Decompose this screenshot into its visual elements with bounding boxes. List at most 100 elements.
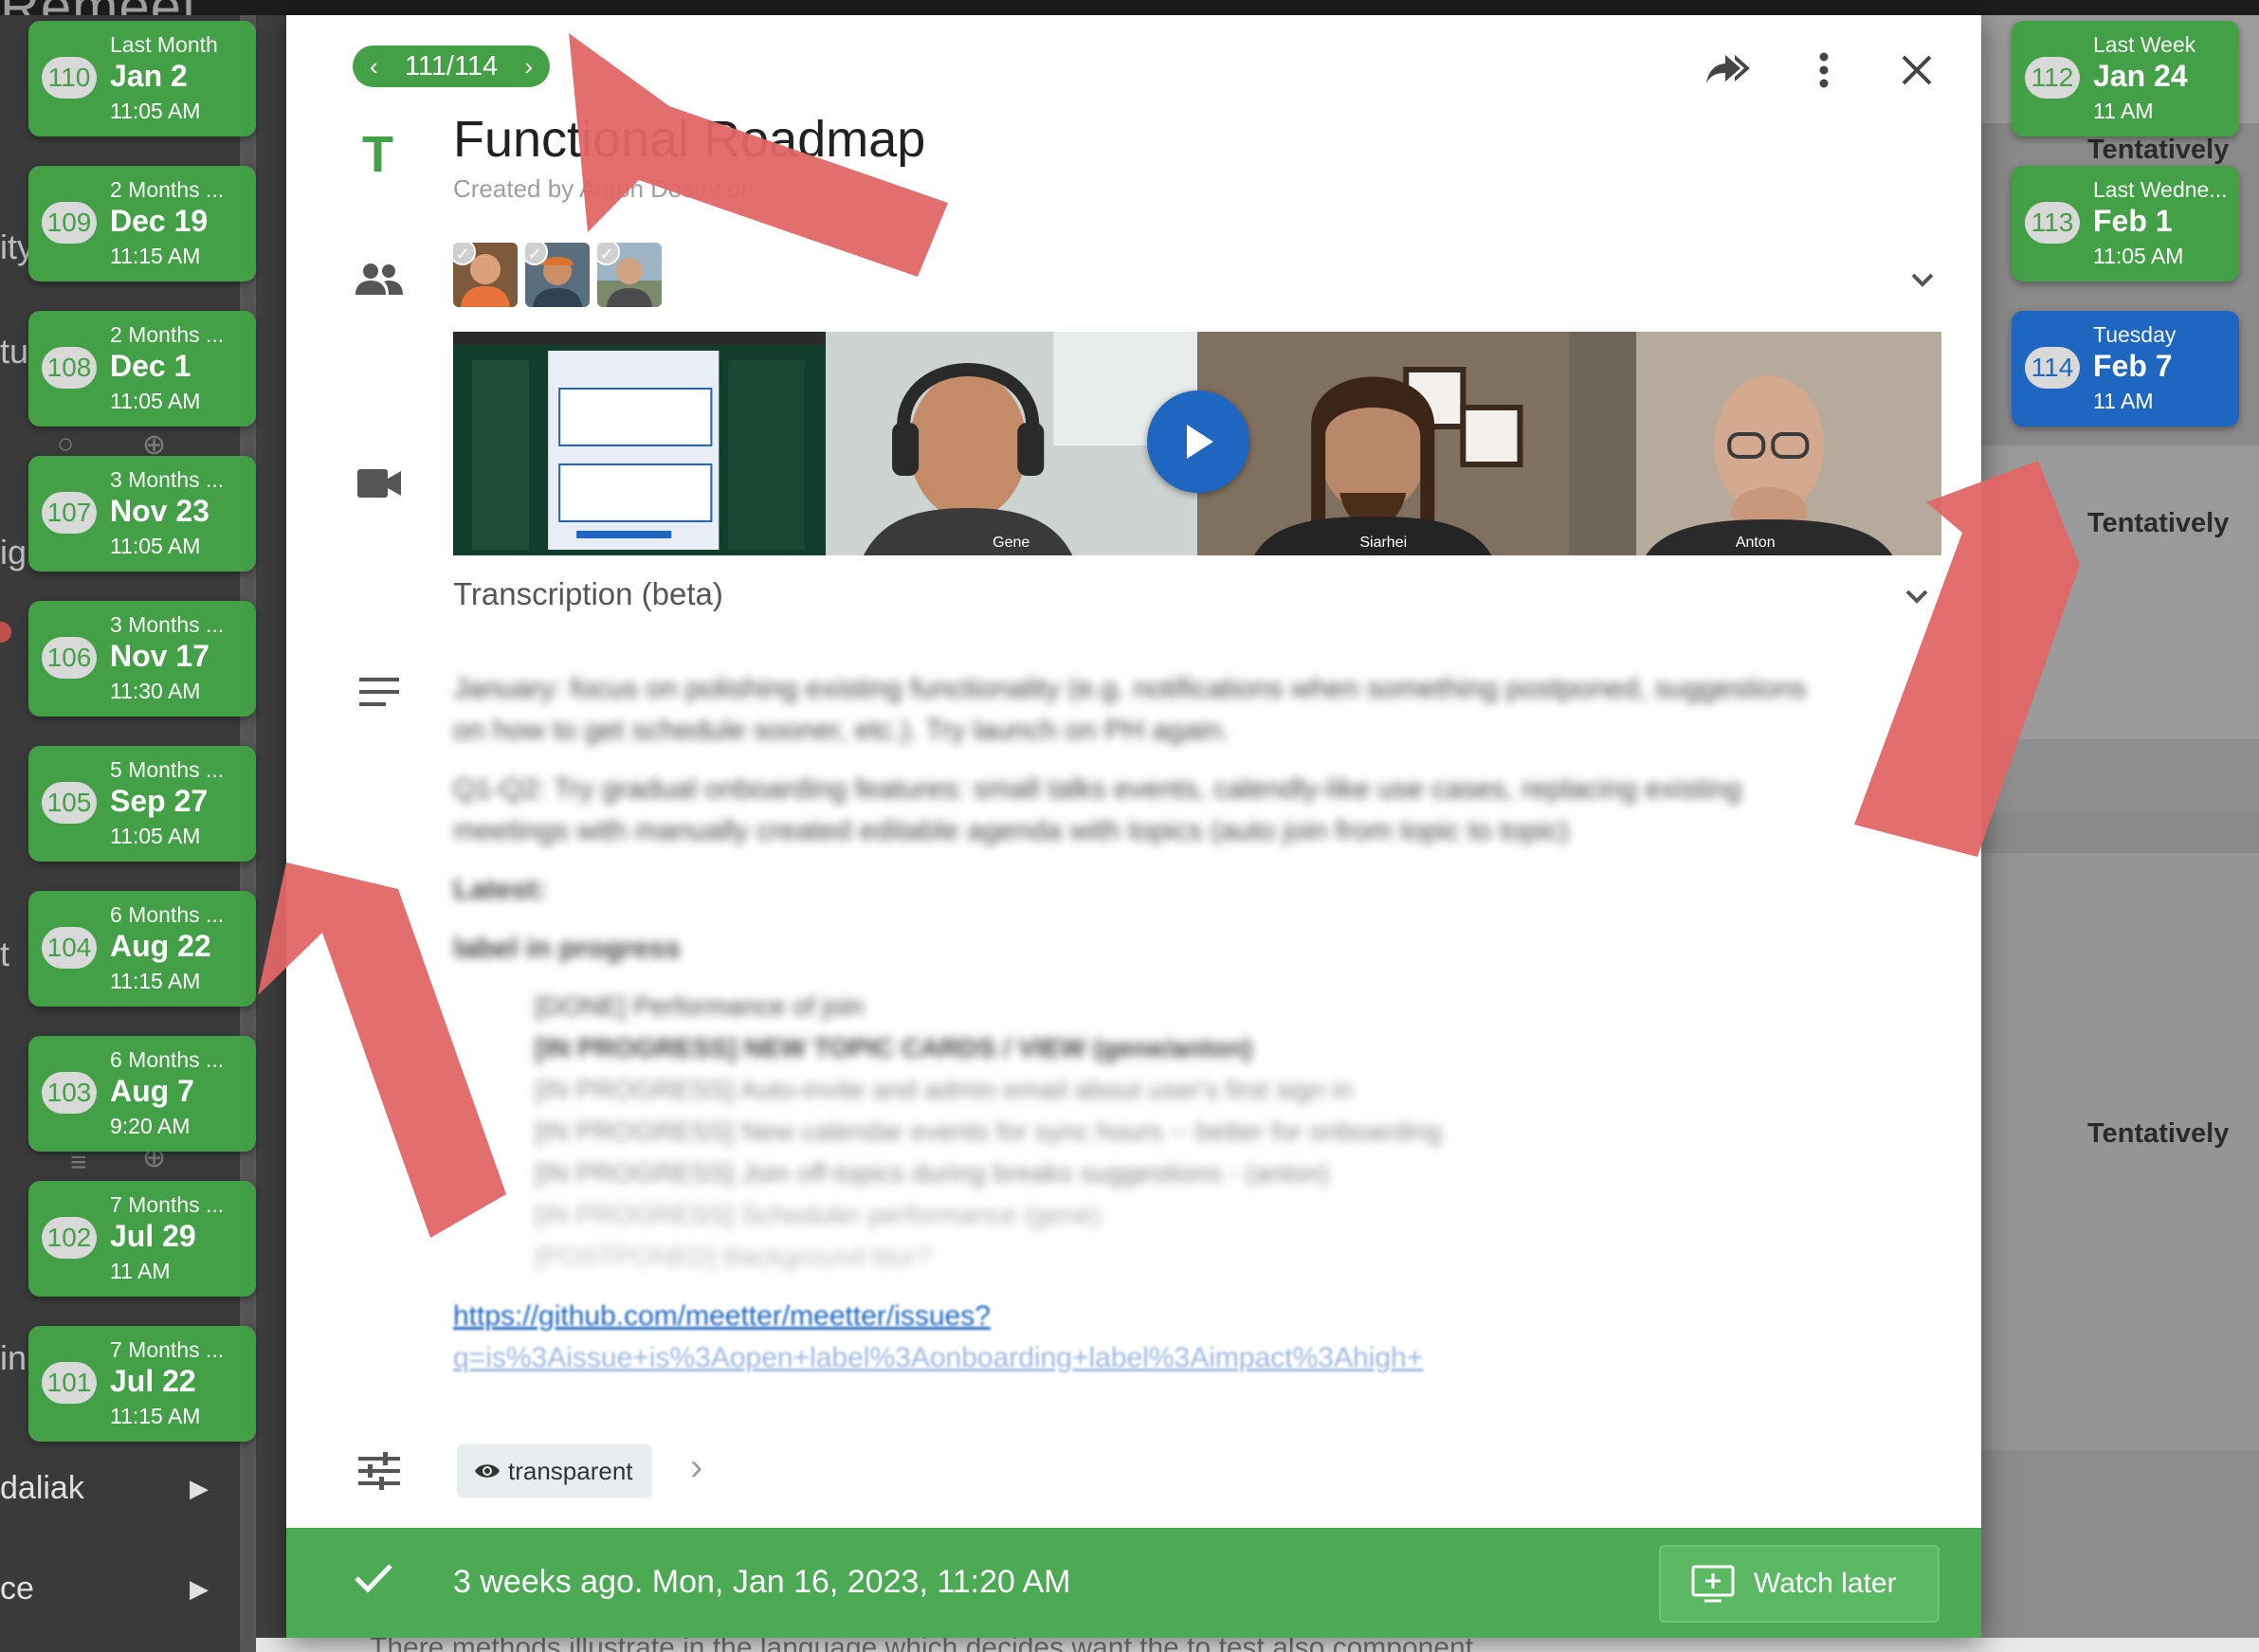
meeting-relative-date: 6 Months ... xyxy=(110,1047,225,1072)
meeting-card-105[interactable]: 105 5 Months ... Sep 27 11:05 AM xyxy=(28,746,256,862)
text-type-icon: T xyxy=(362,126,393,183)
video-tile-screen xyxy=(453,332,826,555)
meeting-counter-pill: ‹ 111/114 › xyxy=(353,45,550,87)
eye-icon xyxy=(475,1464,500,1478)
notes-line: label in progress xyxy=(453,933,682,964)
meeting-index-badge: 108 xyxy=(42,347,97,389)
meeting-date: Aug 22 xyxy=(110,929,211,963)
meeting-created-by: Created by Anton Dosov on xyxy=(453,174,755,203)
video-participant-name: Siarhei xyxy=(1359,535,1408,551)
chevron-down-icon[interactable] xyxy=(1904,262,1941,300)
people-icon xyxy=(353,252,406,305)
meeting-date: Aug 7 xyxy=(110,1074,194,1108)
tentative-label: Tentatively xyxy=(2087,508,2230,538)
meeting-relative-date: Tuesday xyxy=(2093,322,2177,347)
meeting-time: 11:15 AM xyxy=(110,969,201,993)
sidebar-item-label: daliak xyxy=(0,1470,84,1506)
meeting-card-108[interactable]: 108 2 Months ... Dec 1 11:05 AM xyxy=(28,311,256,427)
meeting-time: 11:05 AM xyxy=(110,99,201,123)
meeting-datetime: 3 weeks ago. Mon, Jan 16, 2023, 11:20 AM xyxy=(453,1564,1071,1600)
meeting-index-badge: 109 xyxy=(42,202,97,244)
notes-bullet: [IN PROGRESS] NEW TOPIC CARDS / VIEW (ge… xyxy=(535,1033,1253,1062)
avatar[interactable]: ✓ xyxy=(597,243,662,307)
sidebar-item-ce[interactable]: ce ▶ xyxy=(0,1560,218,1617)
sidebar-item-daliak[interactable]: daliak ▶ xyxy=(0,1460,218,1516)
notes-bullet: [IN PROGRESS] Scheduler performance (gen… xyxy=(535,1200,1102,1229)
meeting-time: 11:05 AM xyxy=(2093,244,2184,268)
meeting-card-112[interactable]: 112 Last Week Jan 24 11 AM xyxy=(2012,21,2239,136)
meeting-date: Nov 17 xyxy=(110,639,210,673)
meeting-time: 11:15 AM xyxy=(110,1404,201,1428)
notes-bullet: [IN PROGRESS] Join off-topics during bre… xyxy=(535,1158,1330,1188)
notes-bullet: [DONE] Performance of join xyxy=(535,991,865,1021)
avatar[interactable]: ✓ xyxy=(453,243,518,307)
meeting-time: 11:15 AM xyxy=(110,244,201,268)
notes-line: meetings with manually created editable … xyxy=(453,815,1570,846)
meeting-date: Jan 2 xyxy=(110,59,188,93)
meeting-relative-date: 2 Months ... xyxy=(110,177,225,202)
video-tile-siarhei: Siarhei xyxy=(1197,332,1570,555)
more-vert-icon[interactable] xyxy=(1797,44,1850,97)
chevron-right-icon: ▶ xyxy=(190,1474,209,1502)
chevron-left-icon[interactable]: ‹ xyxy=(370,52,378,82)
sidebar-fragment: t xyxy=(0,935,10,973)
visibility-chip-label: transparent xyxy=(508,1456,633,1485)
visibility-chip[interactable]: transparent xyxy=(457,1444,652,1498)
meeting-relative-date: 6 Months ... xyxy=(110,902,225,927)
meeting-relative-date: 7 Months ... xyxy=(110,1337,225,1362)
meeting-card-110[interactable]: 110 Last Month Jan 2 11:05 AM xyxy=(28,21,256,136)
sidebar-fragment: tu xyxy=(0,332,29,371)
notes-line: Q1-Q2: Try gradual onboarding features: … xyxy=(453,773,1742,805)
meeting-time: 11:05 AM xyxy=(110,389,201,413)
notes-bullet: [IN PROGRESS] Auto-invite and admin emai… xyxy=(535,1075,1353,1104)
meeting-time: 11 AM xyxy=(2093,99,2154,123)
meeting-card-102[interactable]: 102 7 Months ... Jul 29 11 AM xyxy=(28,1181,256,1297)
chevron-right-icon[interactable]: › xyxy=(524,52,533,82)
notes-bullet: [IN PROGRESS] New calendar events for sy… xyxy=(535,1116,1443,1146)
menu-icon: ≡ xyxy=(70,1147,87,1178)
meeting-index-badge: 104 xyxy=(42,927,97,969)
meeting-time: 11 AM xyxy=(110,1259,171,1283)
notes-link[interactable]: https://github.com/meetter/meetter/issue… xyxy=(453,1300,991,1333)
video-participant-name: Anton xyxy=(1735,535,1776,551)
meeting-card-113[interactable]: 113 Last Wedne... Feb 1 11:05 AM xyxy=(2012,166,2239,281)
chevron-down-icon[interactable] xyxy=(1898,578,1936,616)
meeting-relative-date: 5 Months ... xyxy=(110,757,225,782)
watch-later-button[interactable]: Watch later xyxy=(1659,1545,1940,1623)
share-icon[interactable] xyxy=(1704,44,1758,97)
calendar-row xyxy=(1981,1450,2259,1640)
add-to-queue-icon xyxy=(1691,1565,1735,1603)
meeting-relative-date: 7 Months ... xyxy=(110,1192,225,1217)
meeting-relative-date: 2 Months ... xyxy=(110,322,225,347)
meeting-index-badge: 102 xyxy=(42,1217,97,1259)
meeting-card-109[interactable]: 109 2 Months ... Dec 19 11:15 AM xyxy=(28,166,256,281)
meeting-date: Jul 29 xyxy=(110,1219,196,1253)
meeting-date: Feb 1 xyxy=(2093,204,2173,238)
meeting-card-103[interactable]: 103 6 Months ... Aug 7 9:20 AM xyxy=(28,1036,256,1152)
meeting-index-badge: 107 xyxy=(42,492,97,534)
avatar[interactable]: ✓ xyxy=(525,243,590,307)
notes-link[interactable]: q=is%3Aissue+is%3Aopen+label%3Aonboardin… xyxy=(453,1342,1423,1374)
video-camera-icon xyxy=(353,457,406,510)
meeting-card-114[interactable]: 114 Tuesday Feb 7 11 AM xyxy=(2012,311,2239,427)
meeting-counter: 111/114 xyxy=(404,50,499,82)
meeting-relative-date: 3 Months ... xyxy=(110,612,225,637)
meeting-card-101[interactable]: 101 7 Months ... Jul 22 11:15 AM xyxy=(28,1326,256,1442)
meeting-card-104[interactable]: 104 6 Months ... Aug 22 11:15 AM xyxy=(28,891,256,1007)
chevron-right-icon[interactable]: › xyxy=(690,1446,702,1489)
play-button[interactable] xyxy=(1147,390,1249,493)
close-icon[interactable] xyxy=(1890,44,1943,97)
meeting-date: Jul 22 xyxy=(110,1364,196,1398)
notes-bullet: [POSTPONED] Background blur? xyxy=(535,1242,932,1271)
play-icon xyxy=(1187,425,1213,459)
notes-line: on how to get schedule sooner, etc.). Tr… xyxy=(453,715,1230,746)
meeting-index-badge: 105 xyxy=(42,782,97,824)
meeting-time: 11 AM xyxy=(2093,389,2154,413)
sidebar-fragment: in xyxy=(0,1338,27,1377)
chevron-right-icon: ▶ xyxy=(190,1574,209,1603)
meeting-relative-date: 3 Months ... xyxy=(110,467,225,492)
participant-avatars: ✓ ✓ ✓ xyxy=(453,243,662,307)
meeting-card-106[interactable]: 106 3 Months ... Nov 17 11:30 AM xyxy=(28,601,256,717)
meeting-card-107[interactable]: 107 3 Months ... Nov 23 11:05 AM xyxy=(28,456,256,572)
video-participant-name: Gene xyxy=(993,535,1030,551)
